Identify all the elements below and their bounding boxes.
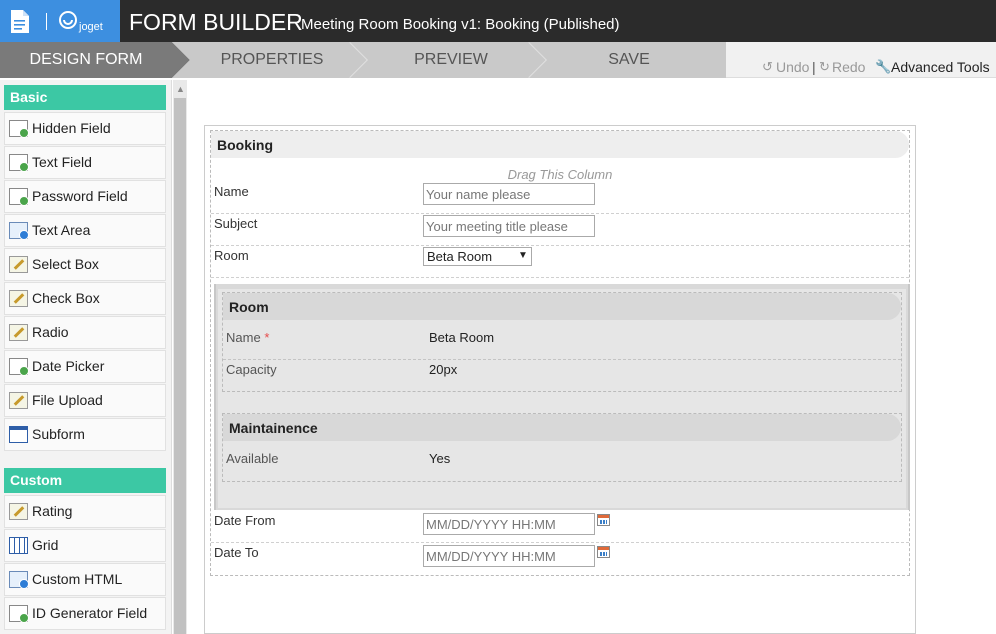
palette-header-custom[interactable]: Custom bbox=[4, 468, 166, 493]
rating-icon bbox=[9, 503, 28, 520]
step-properties[interactable]: PROPERTIES bbox=[192, 51, 352, 69]
logo-separator bbox=[46, 13, 47, 30]
joget-logo-icon bbox=[59, 11, 77, 29]
room-label: Room bbox=[214, 248, 249, 263]
palette-item-hidden-field[interactable]: Hidden Field bbox=[4, 112, 166, 145]
calendar-icon[interactable] bbox=[597, 546, 610, 558]
palette-item-text-area[interactable]: Text Area bbox=[4, 214, 166, 247]
palette-item-password-field[interactable]: Password Field bbox=[4, 180, 166, 213]
section-header-booking[interactable]: Booking bbox=[211, 131, 909, 158]
grid-icon bbox=[9, 537, 28, 554]
undo-icon[interactable]: ↺ bbox=[762, 59, 773, 75]
palette-item-grid[interactable]: Grid bbox=[4, 529, 166, 562]
step-design-form[interactable]: DESIGN FORM bbox=[6, 51, 166, 69]
name-input[interactable] bbox=[423, 183, 595, 205]
scrollbar-thumb[interactable] bbox=[174, 98, 186, 634]
palette-item-radio[interactable]: Radio bbox=[4, 316, 166, 349]
capacity-value: 20px bbox=[429, 362, 458, 377]
subform-name-value: Beta Room bbox=[429, 330, 495, 345]
palette-item-text-field[interactable]: Text Field bbox=[4, 146, 166, 179]
toolbar-separator: | bbox=[812, 59, 816, 75]
available-label: Available bbox=[226, 451, 279, 466]
check-box-icon bbox=[9, 290, 28, 307]
drag-column-hint[interactable]: Drag This Column bbox=[210, 167, 910, 182]
redo-icon[interactable]: ↻ bbox=[819, 59, 830, 75]
hidden-field-icon bbox=[9, 120, 29, 138]
advanced-tools-button[interactable]: Advanced Tools bbox=[891, 59, 990, 75]
document-icon[interactable] bbox=[9, 9, 31, 34]
date-from-input[interactable] bbox=[423, 513, 595, 535]
id-generator-icon bbox=[9, 605, 29, 623]
redo-button[interactable]: Redo bbox=[832, 59, 865, 75]
select-box-icon bbox=[9, 256, 28, 273]
chevron-down-icon[interactable]: ▼ bbox=[518, 250, 528, 261]
calendar-icon[interactable] bbox=[597, 514, 610, 526]
radio-icon bbox=[9, 324, 28, 341]
custom-html-icon bbox=[9, 571, 29, 589]
subject-label: Subject bbox=[214, 216, 258, 231]
wrench-icon[interactable]: 🔧 bbox=[875, 59, 891, 75]
available-value: Yes bbox=[429, 451, 451, 466]
date-picker-icon bbox=[9, 358, 29, 376]
required-mark: * bbox=[264, 330, 270, 345]
subform-icon bbox=[9, 426, 28, 443]
text-field-icon bbox=[9, 154, 29, 172]
section-header-room[interactable]: Room bbox=[223, 293, 901, 320]
palette-item-check-box[interactable]: Check Box bbox=[4, 282, 166, 315]
palette-item-date-picker[interactable]: Date Picker bbox=[4, 350, 166, 383]
palette-item-id-generator[interactable]: ID Generator Field bbox=[4, 597, 166, 630]
palette-header-basic[interactable]: Basic bbox=[4, 85, 166, 110]
element-palette: Basic Hidden Field Text Field Password F… bbox=[0, 80, 172, 634]
palette-item-select-box[interactable]: Select Box bbox=[4, 248, 166, 281]
step-save[interactable]: SAVE bbox=[549, 51, 709, 69]
subform-name-label: Name * bbox=[226, 330, 270, 345]
text-area-icon bbox=[9, 222, 29, 240]
palette-item-file-upload[interactable]: File Upload bbox=[4, 384, 166, 417]
undo-button[interactable]: Undo bbox=[776, 59, 809, 75]
room-select[interactable]: Beta Room bbox=[423, 247, 532, 266]
name-label: Name bbox=[214, 184, 249, 199]
password-field-icon bbox=[9, 188, 29, 206]
palette-item-custom-html[interactable]: Custom HTML bbox=[4, 563, 166, 596]
form-row-room[interactable] bbox=[211, 246, 909, 278]
capacity-label: Capacity bbox=[226, 362, 277, 377]
brand-name: joget bbox=[79, 21, 103, 33]
date-to-label: Date To bbox=[214, 545, 259, 560]
logo-box: joget bbox=[0, 0, 120, 42]
step-preview[interactable]: PREVIEW bbox=[371, 51, 531, 69]
section-header-maintainence[interactable]: Maintainence bbox=[223, 414, 901, 441]
palette-item-subform[interactable]: Subform bbox=[4, 418, 166, 451]
palette-item-rating[interactable]: Rating bbox=[4, 495, 166, 528]
form-subtitle: Meeting Room Booking v1: Booking (Publis… bbox=[301, 16, 620, 33]
top-bar: joget FORM BUILDER Meeting Room Booking … bbox=[0, 0, 996, 42]
subform-row-name[interactable] bbox=[223, 328, 901, 360]
toolbar: ↺ Undo | ↻ Redo 🔧 Advanced Tools bbox=[726, 42, 996, 78]
app-title: FORM BUILDER bbox=[129, 9, 303, 35]
file-upload-icon bbox=[9, 392, 28, 409]
date-from-label: Date From bbox=[214, 513, 276, 528]
subject-input[interactable] bbox=[423, 215, 595, 237]
scroll-up-arrow-icon[interactable]: ▲ bbox=[176, 84, 185, 94]
date-to-input[interactable] bbox=[423, 545, 595, 567]
step-navigation: DESIGN FORM PROPERTIES PREVIEW SAVE ↺ Un… bbox=[0, 42, 996, 78]
